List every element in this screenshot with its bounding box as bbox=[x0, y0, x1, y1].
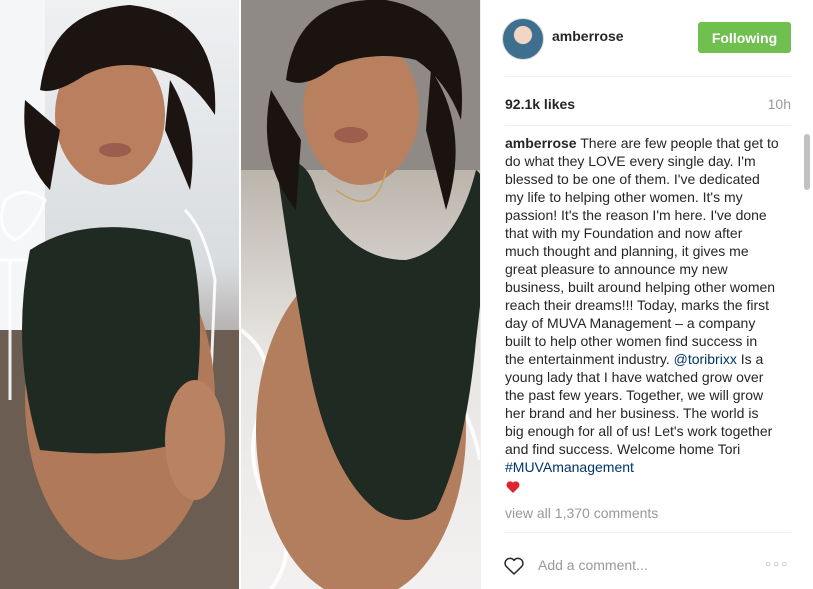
caption-username[interactable]: amberrose bbox=[505, 135, 577, 151]
post-time[interactable]: 10h bbox=[768, 96, 791, 112]
caption: amberrose There are few people that get … bbox=[505, 134, 779, 499]
stats-divider bbox=[505, 125, 791, 126]
caption-text-1: There are few people that get to do what… bbox=[505, 135, 779, 367]
caption-scrollbar[interactable] bbox=[803, 134, 811, 532]
instagram-post: amberrose Following 92.1k likes 10h ambe… bbox=[0, 0, 813, 589]
like-heart-icon[interactable] bbox=[502, 554, 526, 578]
heart-emoji-icon bbox=[506, 481, 520, 493]
photo-left-figure bbox=[0, 0, 239, 589]
likes-count[interactable]: 92.1k likes bbox=[505, 96, 575, 112]
scrollbar-thumb[interactable] bbox=[804, 134, 810, 190]
post-media[interactable] bbox=[0, 0, 480, 589]
comments-divider bbox=[505, 532, 791, 533]
header-divider bbox=[505, 76, 791, 77]
post-sidebar: amberrose Following 92.1k likes 10h ambe… bbox=[480, 0, 813, 589]
photo-left bbox=[0, 0, 239, 589]
view-all-comments-link[interactable]: view all 1,370 comments bbox=[505, 505, 779, 521]
avatar[interactable] bbox=[502, 18, 544, 60]
post-stats: 92.1k likes 10h bbox=[505, 96, 791, 116]
add-comment-input[interactable] bbox=[538, 553, 728, 577]
username-link[interactable]: amberrose bbox=[552, 28, 624, 44]
comment-bar: ○○○ bbox=[481, 545, 813, 589]
photo-right-figure bbox=[241, 0, 480, 589]
mention-link[interactable]: @toribrixx bbox=[674, 351, 737, 367]
caption-container[interactable]: amberrose There are few people that get … bbox=[505, 134, 779, 532]
more-options-icon[interactable]: ○○○ bbox=[765, 559, 789, 570]
hashtag-link[interactable]: #MUVAmanagement bbox=[505, 459, 634, 475]
following-button[interactable]: Following bbox=[698, 22, 791, 53]
post-header: amberrose Following bbox=[481, 0, 813, 76]
photo-right bbox=[241, 0, 480, 589]
